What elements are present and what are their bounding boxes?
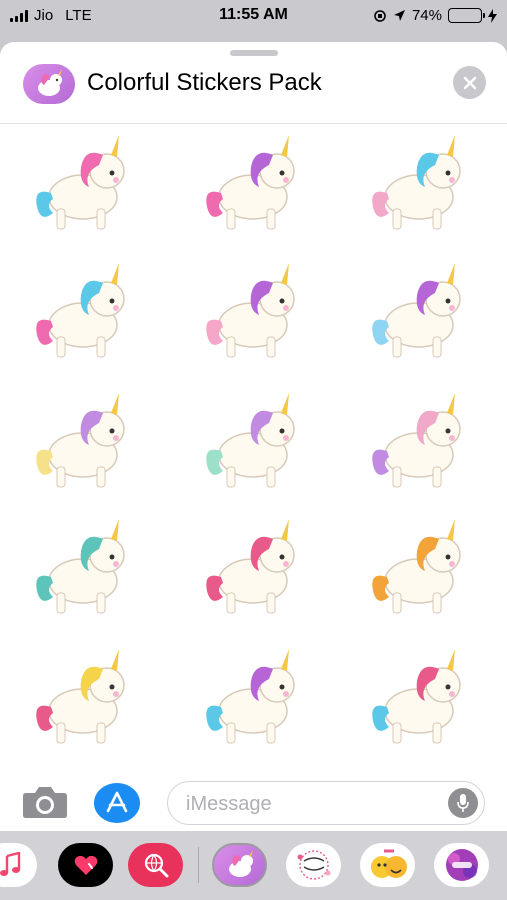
sticker-unicorn-hearts-flying[interactable] [18, 130, 148, 240]
sticker-unicorn-hearts-standing[interactable] [188, 130, 318, 240]
header-divider [0, 123, 507, 124]
unicorn-sticker-icon [206, 263, 295, 358]
dock-digital-touch-app[interactable] [58, 843, 113, 887]
unicorn-sticker-icon [206, 135, 295, 230]
unicorn-sticker-icon [372, 135, 461, 230]
close-button[interactable] [453, 66, 486, 99]
imessage-app-dock [0, 831, 507, 900]
unicorn-sticker-icon [372, 393, 461, 488]
unicorn-sticker-icon [36, 649, 125, 744]
dock-search-images-app[interactable] [128, 843, 183, 887]
microphone-icon [457, 794, 469, 812]
sticker-unicorn-pastel-lying[interactable] [18, 388, 148, 498]
dock-beautiful-day-stickers-app[interactable] [286, 843, 341, 887]
sticker-pack-title: Colorful Stickers Pack [87, 69, 322, 96]
beautiful-day-sticker-icon [297, 850, 330, 880]
battery-percent: 74% [411, 7, 442, 24]
dock-3d-emoji-app[interactable] [360, 843, 415, 887]
sticker-unicorn-mint[interactable] [18, 514, 148, 624]
unicorn-sticker-icon [372, 263, 461, 358]
sticker-unicorn-pastel-sitting[interactable] [354, 388, 484, 498]
unicorn-sticker-icon [228, 850, 253, 877]
unicorn-sticker-icon [206, 519, 295, 614]
sticker-unicorn-orange-rearing[interactable] [354, 514, 484, 624]
battery-icon [448, 8, 485, 23]
unicorn-sticker-icon [36, 393, 125, 488]
app-store-icon [106, 791, 128, 813]
unicorn-sticker-icon [372, 649, 461, 744]
sticker-app-sheet: Colorful Stickers Pack iMessage [0, 42, 507, 900]
music-note-icon [0, 852, 20, 876]
cool-dude-sticker-icon [445, 849, 478, 881]
dock-music-app[interactable] [0, 843, 37, 887]
sticker-unicorn-rainbow-sleeping[interactable] [354, 644, 484, 754]
location-arrow-icon [393, 10, 405, 21]
message-input-bar: iMessage [0, 773, 507, 831]
unicorn-sticker-icon [36, 135, 125, 230]
sticker-unicorn-sleeping-cloud[interactable] [354, 258, 484, 368]
imessage-placeholder: iMessage [186, 793, 272, 815]
heart-icon [74, 855, 97, 875]
sticker-pack-header: Colorful Stickers Pack [0, 60, 507, 122]
dock-cool-dude-app[interactable] [434, 843, 489, 887]
sticker-unicorn-rainbow-head[interactable] [188, 644, 318, 754]
camera-button[interactable] [22, 785, 70, 821]
charging-bolt-icon [488, 8, 497, 23]
close-icon [463, 76, 476, 89]
sheet-grabber-handle[interactable] [230, 50, 278, 56]
unicorn-sticker-icon [23, 64, 75, 104]
globe-search-icon [144, 853, 168, 878]
sticker-unicorn-moon-wink[interactable] [188, 258, 318, 368]
unicorn-sticker-icon [206, 393, 295, 488]
dictation-button[interactable] [448, 788, 478, 818]
dock-colorful-stickers-app[interactable] [212, 843, 267, 887]
imessage-input[interactable]: iMessage [167, 781, 485, 825]
orientation-lock-icon [374, 9, 386, 22]
emoji-face-icon [370, 849, 407, 878]
dock-separator [198, 847, 199, 883]
app-store-button[interactable] [94, 783, 140, 823]
sticker-unicorn-moon-star[interactable] [18, 258, 148, 368]
status-bar: Jio LTE 11:55 AM 74% [0, 0, 507, 32]
sticker-unicorn-on-cloud[interactable] [354, 130, 484, 240]
unicorn-sticker-icon [36, 519, 125, 614]
sticker-unicorn-pastel-walking[interactable] [188, 388, 318, 498]
unicorn-sticker-icon [372, 519, 461, 614]
status-icons: 74% [373, 7, 497, 24]
sticker-unicorn-rainbow-prancing[interactable] [18, 644, 148, 754]
sticker-unicorn-pink-standing[interactable] [188, 514, 318, 624]
camera-icon [23, 787, 67, 818]
unicorn-sticker-icon [36, 263, 125, 358]
unicorn-sticker-icon [206, 649, 295, 744]
